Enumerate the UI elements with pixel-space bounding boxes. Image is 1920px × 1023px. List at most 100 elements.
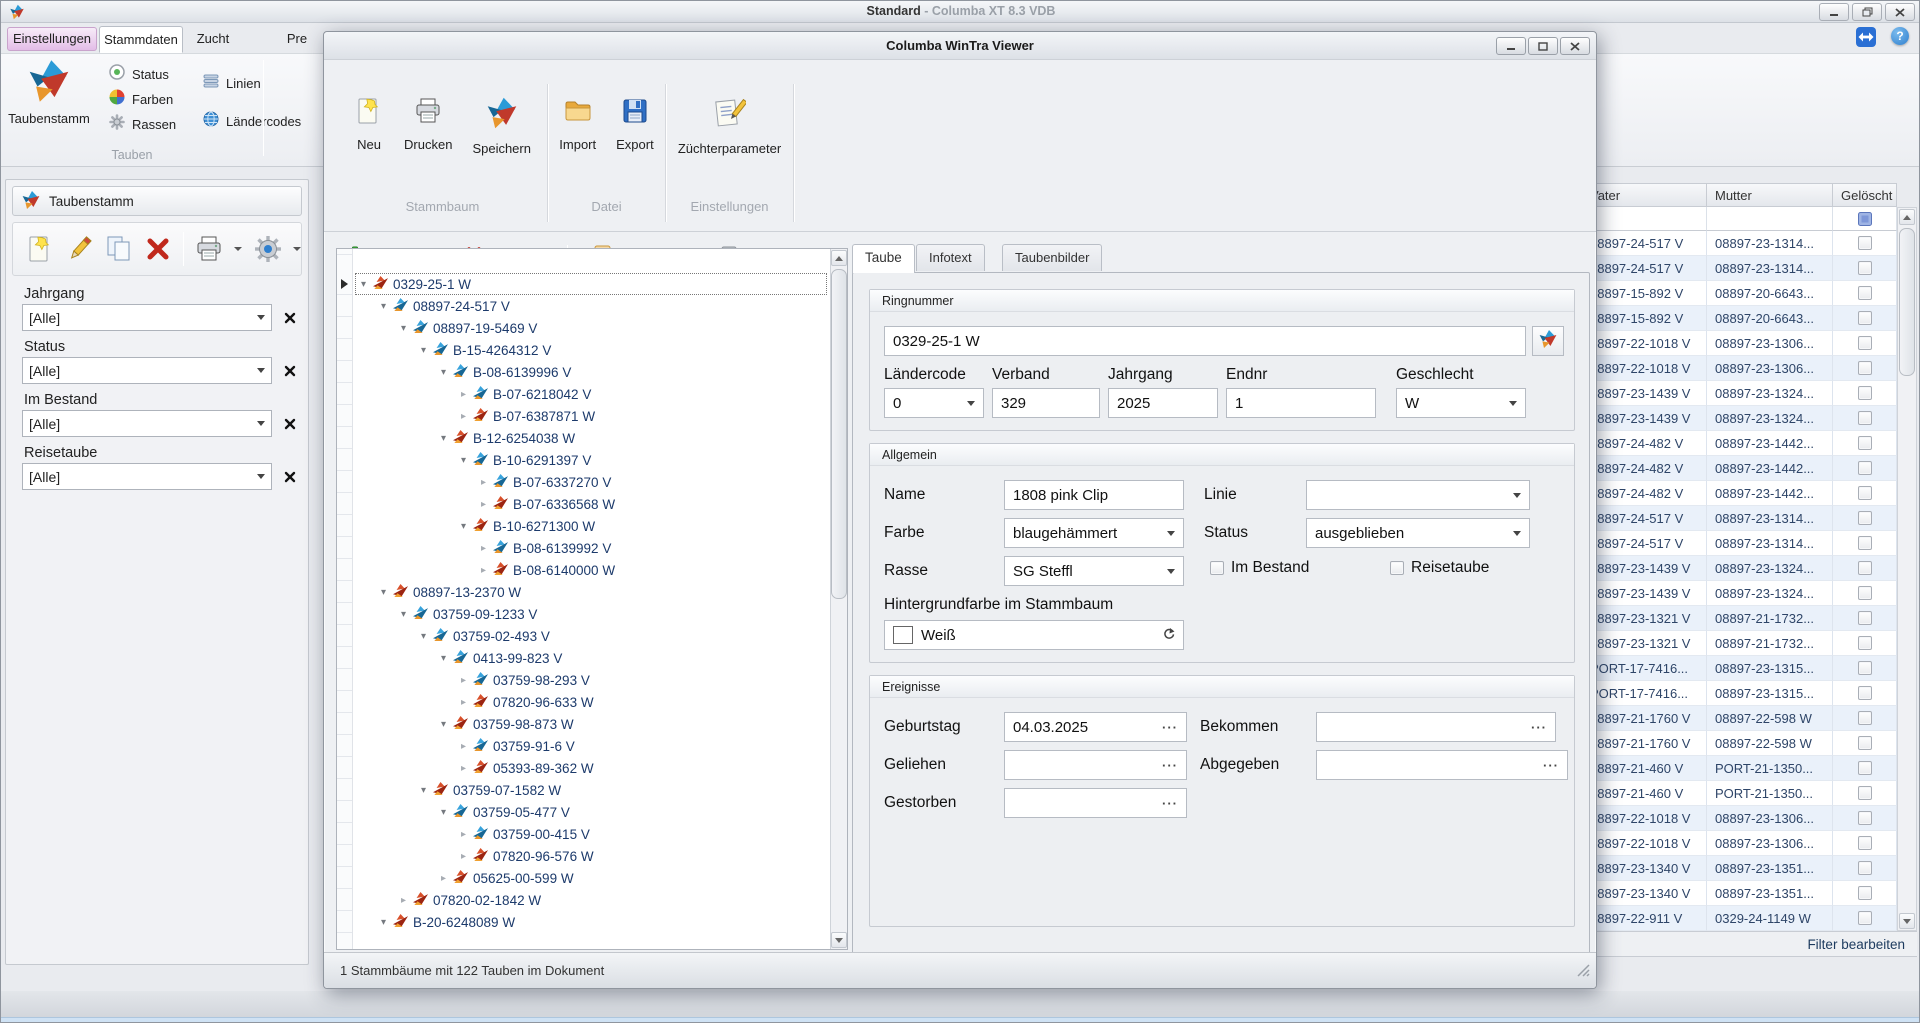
scroll-down-arrow[interactable] (1899, 913, 1915, 929)
tree-item[interactable]: ▸03759-00-415 V (355, 823, 827, 845)
geloescht-checkbox[interactable] (1858, 336, 1872, 350)
edit-record-button[interactable] (63, 232, 97, 266)
geloescht-checkbox[interactable] (1858, 486, 1872, 500)
table-row[interactable]: 08897-24-517 V08897-23-1314... (1561, 256, 1917, 281)
filter-combo-jahrgang[interactable]: [Alle] (22, 304, 272, 331)
tree-item[interactable]: ▾B-10-6271300 W (355, 515, 827, 537)
filter-combo-reisetaube[interactable]: [Alle] (22, 463, 272, 490)
column-header-mutter[interactable]: Mutter (1707, 183, 1833, 207)
expander-closed-icon[interactable]: ▸ (456, 675, 471, 686)
expander-open-icon[interactable]: ▾ (376, 587, 391, 598)
tree-scroll-down-arrow[interactable] (831, 932, 847, 948)
laendercode-combo[interactable]: 0 (884, 388, 984, 418)
print-dropdown-arrow[interactable] (234, 247, 242, 251)
table-row[interactable]: 08897-22-1018 V08897-23-1306... (1561, 331, 1917, 356)
tree-item[interactable]: ▾0329-25-1 W (355, 273, 827, 295)
toolbar-button-import[interactable]: Import (551, 90, 604, 154)
geloescht-checkbox[interactable] (1858, 311, 1872, 325)
ribbon-tab-stammdaten[interactable]: Stammdaten (99, 26, 183, 53)
geschlecht-combo[interactable]: W (1396, 388, 1526, 418)
expander-open-icon[interactable]: ▾ (436, 653, 451, 664)
tree-item[interactable]: ▾03759-05-477 V (355, 801, 827, 823)
tree-item[interactable]: ▸05625-00-599 W (355, 867, 827, 889)
expander-closed-icon[interactable]: ▸ (456, 741, 471, 752)
filter-clear-button[interactable] (280, 463, 300, 490)
taubenstamm-big-button[interactable]: Taubenstamm (7, 58, 91, 144)
geloescht-checkbox[interactable] (1858, 261, 1872, 275)
ellipsis-button[interactable]: ··· (1543, 758, 1559, 773)
geloescht-checkbox[interactable] (1858, 561, 1872, 575)
tree-item[interactable]: ▾08897-24-517 V (355, 295, 827, 317)
resize-grip[interactable] (1574, 961, 1590, 980)
tree-item[interactable]: ▾08897-13-2370 W (355, 581, 827, 603)
scroll-up-arrow[interactable] (1899, 209, 1915, 225)
bekommen-field[interactable]: ··· (1316, 712, 1556, 742)
geloescht-checkbox[interactable] (1858, 736, 1872, 750)
expander-open-icon[interactable]: ▾ (456, 455, 471, 466)
dialog-titlebar[interactable]: Columba WinTra Viewer (324, 32, 1596, 60)
name-input[interactable]: 1808 pink Clip (1004, 480, 1184, 510)
geloescht-checkbox[interactable] (1858, 861, 1872, 875)
tree-item[interactable]: ▸B-08-6139992 V (355, 537, 827, 559)
table-row[interactable]: PORT-17-7416...08897-23-1315... (1561, 656, 1917, 681)
tree-item[interactable]: ▸03759-98-293 V (355, 669, 827, 691)
table-row[interactable]: 08897-24-517 V08897-23-1314... (1561, 531, 1917, 556)
table-row[interactable]: 08897-22-1018 V08897-23-1306... (1561, 806, 1917, 831)
tree-item[interactable]: ▸B-07-6337270 V (355, 471, 827, 493)
geloescht-checkbox[interactable] (1858, 611, 1872, 625)
tree-item[interactable]: ▸B-07-6387871 W (355, 405, 827, 427)
ribbon-tab-zucht[interactable]: Zucht (181, 26, 245, 53)
expander-closed-icon[interactable]: ▸ (456, 389, 471, 400)
filter-clear-button[interactable] (280, 304, 300, 331)
expander-open-icon[interactable]: ▾ (396, 323, 411, 334)
table-row[interactable]: 08897-24-517 V08897-23-1314... (1561, 231, 1917, 256)
ribbon-button-farben[interactable]: Farben (109, 89, 173, 110)
delete-record-button[interactable] (142, 232, 176, 266)
tree-item[interactable]: ▸07820-96-576 W (355, 845, 827, 867)
geloescht-checkbox[interactable] (1858, 661, 1872, 675)
verband-input[interactable]: 329 (992, 388, 1100, 418)
tab-infotext[interactable]: Infotext (916, 244, 985, 271)
expander-open-icon[interactable]: ▾ (436, 719, 451, 730)
tree-item[interactable]: ▾B-20-6248089 W (355, 911, 827, 933)
table-row[interactable]: 08897-23-1340 V08897-23-1351... (1561, 856, 1917, 881)
tree-item[interactable]: ▸B-08-6140000 W (355, 559, 827, 581)
ribbon-button-status[interactable]: Status (109, 64, 169, 85)
table-row[interactable]: PORT-17-7416...08897-23-1315... (1561, 681, 1917, 706)
teamviewer-icon[interactable] (1856, 27, 1876, 52)
geloescht-checkbox[interactable] (1858, 911, 1872, 925)
expander-closed-icon[interactable]: ▸ (456, 411, 471, 422)
help-icon[interactable]: ? (1891, 27, 1909, 45)
expander-open-icon[interactable]: ▾ (396, 609, 411, 620)
scroll-thumb[interactable] (1899, 228, 1915, 376)
status-combo[interactable]: ausgeblieben (1306, 518, 1530, 548)
tree-item[interactable]: ▾0413-99-823 V (355, 647, 827, 669)
tab-taubenbilder[interactable]: Taubenbilder (1002, 244, 1102, 271)
geloescht-checkbox[interactable] (1858, 286, 1872, 300)
copy-record-button[interactable] (102, 232, 136, 266)
filter-clear-button[interactable] (280, 410, 300, 437)
expander-closed-icon[interactable]: ▸ (436, 873, 451, 884)
table-row[interactable]: 08897-15-892 V08897-20-6643... (1561, 281, 1917, 306)
expander-closed-icon[interactable]: ▸ (476, 499, 491, 510)
expander-closed-icon[interactable]: ▸ (456, 851, 471, 862)
table-row[interactable]: 08897-23-1321 V08897-21-1732... (1561, 631, 1917, 656)
ribbon-button-rassen[interactable]: Rassen (109, 114, 176, 135)
tree-scroll-thumb[interactable] (831, 269, 847, 599)
expander-closed-icon[interactable]: ▸ (476, 477, 491, 488)
table-row[interactable]: 08897-22-1018 V08897-23-1306... (1561, 831, 1917, 856)
print-button[interactable] (192, 232, 226, 266)
table-row[interactable]: 08897-15-892 V08897-20-6643... (1561, 306, 1917, 331)
tree-item[interactable]: ▾B-12-6254038 W (355, 427, 827, 449)
geburtstag-field[interactable]: 04.03.2025··· (1004, 712, 1187, 742)
tree-item[interactable]: ▾03759-02-493 V (355, 625, 827, 647)
geloescht-checkbox[interactable] (1858, 886, 1872, 900)
tree-item[interactable]: ▸05393-89-362 W (355, 757, 827, 779)
table-row[interactable]: 08897-21-460 VPORT-21-1350... (1561, 781, 1917, 806)
geloescht-checkbox[interactable] (1858, 686, 1872, 700)
tab-taube[interactable]: Taube (852, 244, 915, 273)
expander-open-icon[interactable]: ▾ (416, 345, 431, 356)
table-row[interactable]: 08897-24-482 V08897-23-1442... (1561, 481, 1917, 506)
tree-item[interactable]: ▸03759-91-6 V (355, 735, 827, 757)
tree-item[interactable]: ▾03759-09-1233 V (355, 603, 827, 625)
